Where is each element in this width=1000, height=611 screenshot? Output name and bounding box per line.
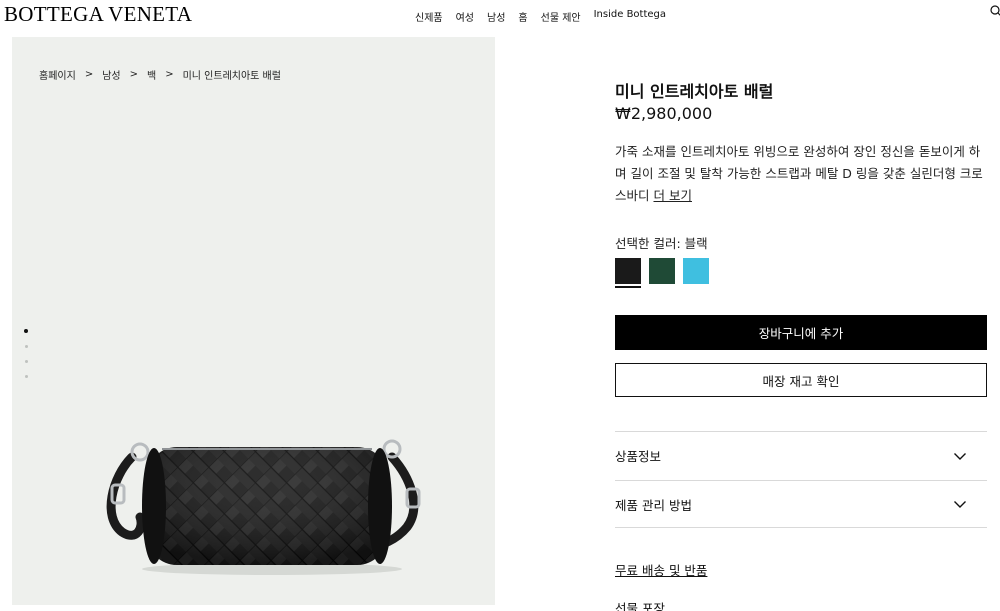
chevron-down-icon — [954, 501, 966, 508]
accordion-label: 제품 관리 방법 — [615, 497, 692, 513]
breadcrumb-bags[interactable]: 백 — [147, 67, 156, 82]
breadcrumb-separator: > — [165, 69, 174, 80]
selected-color-label: 선택한 컬러: 블랙 — [615, 236, 708, 251]
chevron-down-icon — [954, 452, 966, 460]
accordion-product-info[interactable]: 상품정보 — [615, 431, 987, 479]
free-shipping-returns-link[interactable]: 무료 배송 및 반품 — [615, 560, 707, 579]
read-more-link[interactable]: 더 보기 — [654, 188, 692, 203]
gallery-dot-1[interactable] — [24, 329, 28, 333]
nav-item-inside-bottega[interactable]: Inside Bottega — [594, 9, 666, 24]
breadcrumb-men[interactable]: 남성 — [102, 67, 120, 82]
nav-item-gifts[interactable]: 선물 제안 — [541, 9, 581, 24]
gallery-dot-2[interactable] — [24, 345, 28, 348]
site-header: BOTTEGA VENETA 신제품 여성 남성 홈 선물 제안 Inside … — [0, 0, 1000, 30]
breadcrumb: 홈페이지 > 남성 > 백 > 미니 인트레치아토 배럴 — [39, 67, 281, 82]
breadcrumb-separator: > — [129, 69, 138, 80]
search-icon[interactable] — [990, 5, 1000, 17]
nav-item-women[interactable]: 여성 — [456, 9, 474, 24]
product-title: 미니 인트레치아토 배럴 — [615, 82, 774, 101]
product-description: 가죽 소재를 인트레치아토 위빙으로 완성하여 장인 정신을 돋보이게 하며 길… — [615, 141, 987, 207]
breadcrumb-current: 미니 인트레치아토 배럴 — [182, 71, 281, 82]
add-to-cart-button[interactable]: 장바구니에 추가 — [615, 315, 987, 350]
check-store-stock-button[interactable]: 매장 재고 확인 — [615, 363, 987, 397]
product-price: ₩2,980,000 — [615, 104, 713, 123]
gallery-pagination — [24, 329, 28, 378]
breadcrumb-home[interactable]: 홈페이지 — [39, 67, 76, 82]
swatch-blue[interactable] — [683, 258, 709, 284]
nav-item-new[interactable]: 신제품 — [415, 9, 443, 24]
swatch-black[interactable] — [615, 258, 641, 288]
product-image — [106, 439, 421, 575]
nav-item-men[interactable]: 남성 — [487, 9, 505, 24]
nav-item-home[interactable]: 홈 — [518, 9, 527, 24]
product-gallery: 홈페이지 > 남성 > 백 > 미니 인트레치아토 배럴 — [12, 37, 495, 605]
gallery-dot-3[interactable] — [24, 360, 28, 363]
main-nav: 신제품 여성 남성 홈 선물 제안 Inside Bottega — [415, 9, 679, 24]
gift-wrap-link[interactable]: 선물 포장 — [615, 598, 665, 611]
gallery-dot-4[interactable] — [24, 375, 28, 378]
breadcrumb-separator: > — [84, 69, 94, 80]
accordion-label: 상품정보 — [615, 449, 662, 464]
brand-logo[interactable]: BOTTEGA VENETA — [4, 2, 192, 27]
accordion-care-instructions[interactable]: 제품 관리 방법 — [615, 480, 987, 528]
color-swatches — [615, 258, 709, 288]
swatch-green[interactable] — [649, 258, 675, 284]
